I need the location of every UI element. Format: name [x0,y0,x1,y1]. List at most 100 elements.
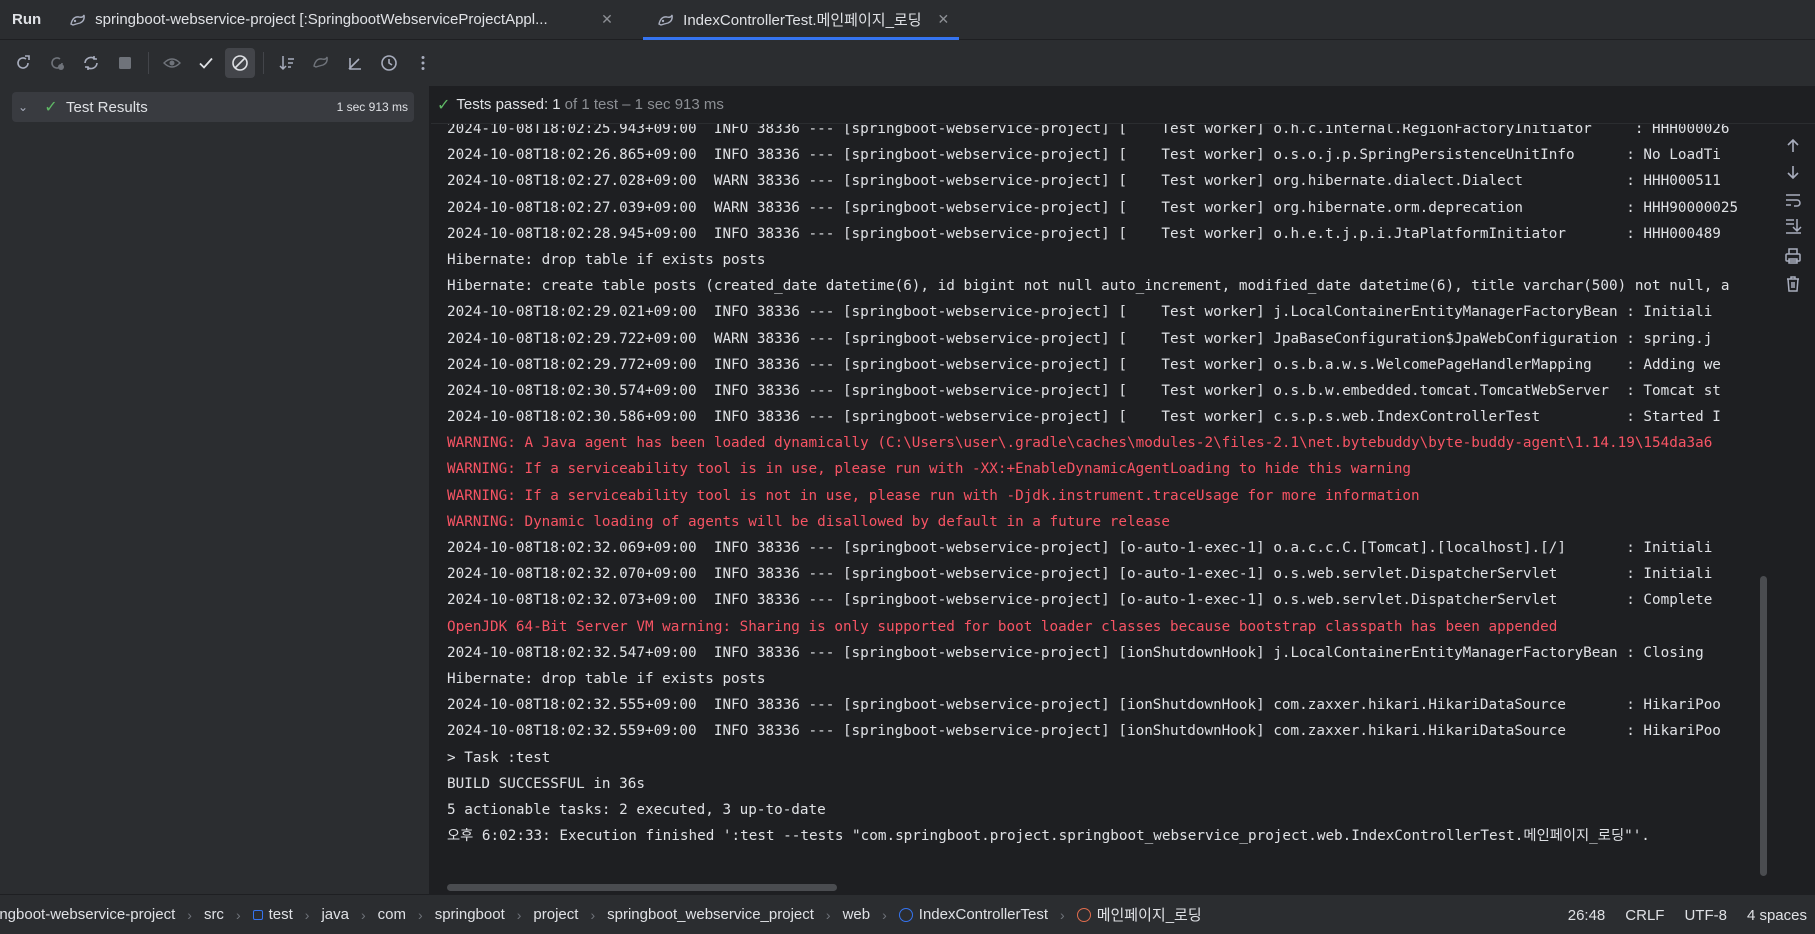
breadcrumb-item[interactable]: com › [378,906,435,923]
log-line: 2024-10-08T18:02:26.865+09:00 INFO 38336… [447,147,1721,164]
sort-icon [279,56,294,71]
rerun-button[interactable] [8,48,38,78]
spring-gradle-icon [70,14,86,26]
sort-button[interactable] [272,48,302,78]
tab-index-controller-test[interactable]: IndexControllerTest.메인페이지_로딩 ✕ [643,0,960,40]
log-line-warning: WARNING: A Java agent has been loaded dy… [447,435,1713,452]
breadcrumb-item[interactable]: java › [321,906,377,923]
close-icon[interactable]: ✕ [938,11,950,28]
more-options-button[interactable] [408,48,438,78]
chevron-right-icon: › [516,906,522,923]
console-output[interactable]: 2024-10-08T18:02:25.943+09:00 INFO 38336… [431,86,1815,894]
toolbar-divider [263,52,264,74]
log-line: BUILD SUCCESSFUL in 36s [447,775,645,792]
tab-label: IndexControllerTest.메인페이지_로딩 [683,12,922,29]
tree-node-label: Test Results [66,98,148,116]
spring-gradle-icon [658,14,674,26]
log-line: 2024-10-08T18:02:29.722+09:00 WARN 38336… [447,330,1713,347]
breadcrumb-item[interactable]: project › [533,906,607,923]
clock-icon [381,55,397,71]
breadcrumb-item[interactable]: IndexControllerTest › [898,906,1077,923]
navigation-bar: ingboot-webservice-project › src › test › java… [0,894,1815,934]
more-vertical-icon [421,56,425,70]
chevron-right-icon: › [418,906,423,923]
log-line: 오후 6:02:33: Execution finished ':test --… [447,828,1650,845]
indent-setting[interactable]: 4 spaces [1747,907,1807,924]
breadcrumb-label: src [203,906,224,923]
show-ignored-tests-button[interactable] [225,48,255,78]
breadcrumb-label: 메인페이지_로딩 [1096,907,1202,924]
status-detail: of 1 test – 1 sec 913 ms [564,96,724,113]
log-line: 2024-10-08T18:02:32.070+09:00 INFO 38336… [447,566,1713,583]
breadcrumb-label: project [533,906,579,923]
eye-icon [163,58,181,68]
breadcrumb-label: com [377,906,407,923]
run-tab-bar: Run springboot-webservice-project [:Spri… [0,0,1815,40]
run-toolbar [0,40,1815,86]
log-line: 2024-10-08T18:02:29.772+09:00 INFO 38336… [447,356,1721,373]
log-line: 2024-10-08T18:02:32.547+09:00 INFO 38336… [447,644,1713,661]
trash-icon[interactable] [1783,274,1803,294]
breadcrumb-label: java [321,906,349,923]
rerun-failed-button[interactable] [42,48,72,78]
log-line-warning: OpenJDK 64-Bit Server VM warning: Sharin… [447,618,1558,635]
chevron-down-icon[interactable]: ⌄ [18,100,36,114]
test-results-root-node[interactable]: ⌄ ✓ Test Results 1 sec 913 ms [12,92,414,122]
scroll-up-icon[interactable] [1783,136,1803,156]
print-icon[interactable] [1783,246,1803,266]
test-history-button[interactable] [374,48,404,78]
chevron-right-icon: › [825,906,831,923]
test-folder-icon [252,909,263,920]
tab-run-config[interactable]: springboot-webservice-project [:Springbo… [55,0,643,39]
collapse-all-button[interactable] [340,48,370,78]
passed-check-icon: ✓ [437,96,451,114]
log-line-warning: WARNING: Dynamic loading of agents will … [447,513,1171,530]
chevron-right-icon: › [1060,906,1065,923]
chevron-right-icon: › [187,906,192,923]
breadcrumb-item[interactable]: ingboot-webservice-project › [0,906,204,923]
breadcrumb: ingboot-webservice-project › src › test › java… [0,904,1536,925]
chevron-right-icon: › [361,906,366,923]
file-encoding[interactable]: UTF-8 [1684,907,1727,924]
show-passed-tests-button[interactable] [191,48,221,78]
status-prefix: Tests passed: [456,96,549,113]
breadcrumb-item[interactable]: test › [252,906,322,923]
log-line: > Task :test [447,749,551,766]
import-tests-button[interactable] [306,48,336,78]
soft-wrap-icon[interactable] [1783,190,1803,210]
test-class-icon [898,907,913,922]
scroll-down-icon[interactable] [1783,162,1803,182]
log-line: 2024-10-08T18:02:27.028+09:00 WARN 38336… [447,173,1721,190]
close-icon[interactable]: ✕ [601,11,613,28]
stop-button[interactable] [110,48,140,78]
test-history-icon [313,56,328,68]
log-line: Hibernate: drop table if exists posts [447,251,766,268]
breadcrumb-item[interactable]: 메인페이지_로딩 [1076,904,1202,925]
horizontal-scrollbar[interactable] [447,884,837,891]
status-count: 1 [552,96,561,113]
log-line: 2024-10-08T18:02:29.021+09:00 INFO 38336… [447,304,1713,321]
auto-rerun-icon [84,56,98,70]
rerun-icon [17,55,30,69]
caret-position[interactable]: 26:48 [1568,907,1606,924]
log-output[interactable]: 2024-10-08T18:02:25.943+09:00 INFO 38336… [447,116,1783,849]
chevron-right-icon: › [304,906,310,923]
breadcrumb-label: web [842,906,871,923]
scroll-to-end-icon[interactable] [1783,216,1803,236]
log-line-warning: WARNING: If a serviceability tool is in … [447,461,1412,478]
breadcrumb-item[interactable]: web › [843,906,899,923]
rerun-failed-icon [51,57,64,70]
checkmark-icon [199,57,213,69]
log-line: Hibernate: drop table if exists posts [447,670,766,687]
toggle-auto-test-button[interactable] [76,48,106,78]
breadcrumb-label: IndexControllerTest [918,906,1049,923]
show-passed-button[interactable] [157,48,187,78]
breadcrumb-item[interactable]: springboot › [435,906,534,923]
breadcrumb-item[interactable]: src › [204,906,253,923]
line-separator[interactable]: CRLF [1625,907,1664,924]
log-line: 2024-10-08T18:02:32.073+09:00 INFO 38336… [447,592,1713,609]
breadcrumb-item[interactable]: springboot_webservice_project › [607,906,842,923]
vertical-scrollbar[interactable] [1760,576,1767,876]
log-line: 2024-10-08T18:02:27.039+09:00 WARN 38336… [447,199,1739,216]
test-results-tree: ⌄ ✓ Test Results 1 sec 913 ms [0,86,430,894]
